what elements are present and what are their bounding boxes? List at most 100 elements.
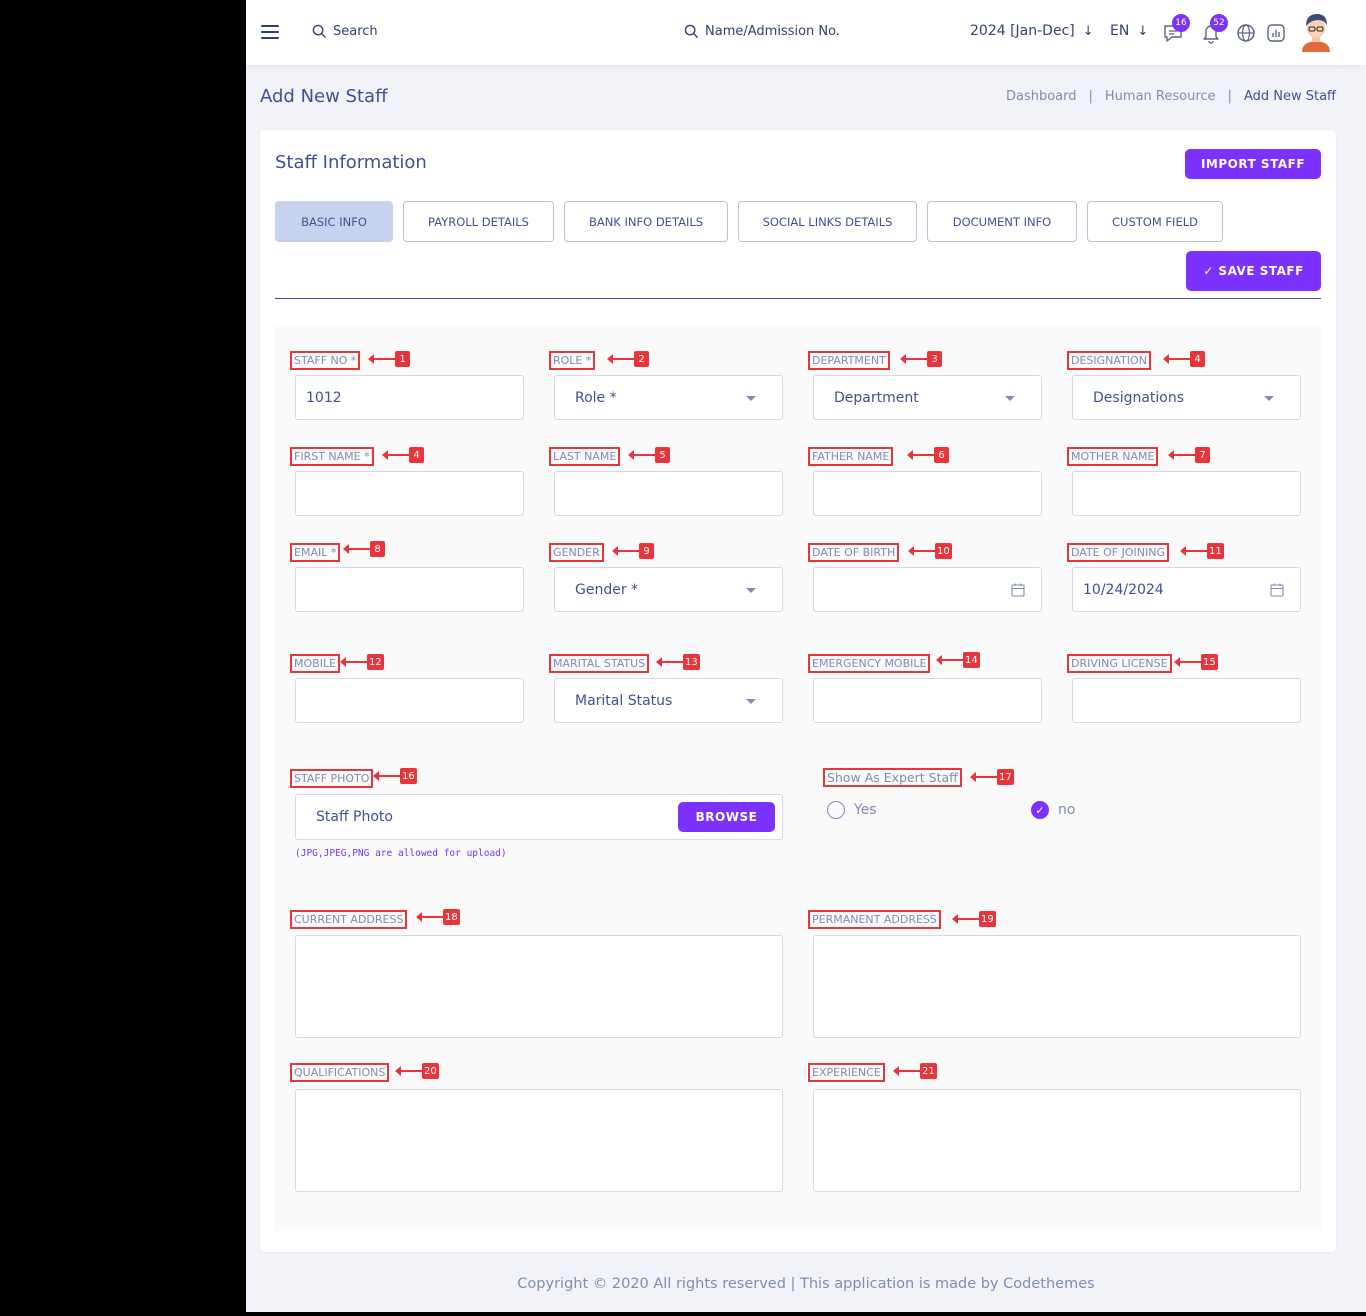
caret-down-icon xyxy=(746,396,756,401)
current-address-textarea[interactable] xyxy=(295,935,783,1038)
messages-badge: 16 xyxy=(1172,14,1190,32)
annotation-marker: 4 xyxy=(382,447,424,463)
search-icon xyxy=(312,24,327,39)
import-staff-button[interactable]: IMPORT STAFF xyxy=(1185,149,1321,179)
role-label: ROLE * xyxy=(549,351,596,370)
permanent-address-textarea[interactable] xyxy=(813,935,1301,1038)
messages-button[interactable]: 16 xyxy=(1162,14,1190,44)
staff-photo-input[interactable]: Staff Photo BROWSE xyxy=(295,794,783,840)
expert-yes-label: Yes xyxy=(854,802,877,818)
first-name-label: FIRST NAME * xyxy=(290,447,374,466)
qualifications-textarea[interactable] xyxy=(295,1089,783,1192)
annotation-marker: 18 xyxy=(416,909,460,925)
search-icon xyxy=(684,24,699,39)
role-select[interactable]: Role * xyxy=(554,375,783,420)
designation-select[interactable]: Designations xyxy=(1072,375,1301,420)
annotation-marker: 8 xyxy=(343,541,385,557)
email-input[interactable] xyxy=(295,567,524,612)
user-avatar[interactable] xyxy=(1300,12,1332,52)
caret-down-icon xyxy=(1005,396,1015,401)
father-name-input[interactable] xyxy=(813,471,1042,516)
mother-name-input[interactable] xyxy=(1072,471,1301,516)
staff-no-input[interactable]: 1012 xyxy=(295,375,524,420)
website-button[interactable] xyxy=(1235,22,1257,44)
annotation-marker: 17 xyxy=(970,769,1014,785)
calendar-icon[interactable] xyxy=(1011,583,1025,597)
emergency-mobile-label: EMERGENCY MOBILE xyxy=(808,654,931,673)
doj-value: 10/24/2024 xyxy=(1083,581,1164,598)
arrow-down-icon: ↓ xyxy=(1082,23,1094,39)
doj-input[interactable]: 10/24/2024 xyxy=(1072,567,1301,612)
annotation-marker: 7 xyxy=(1168,447,1210,463)
annotation-marker: 9 xyxy=(612,543,654,559)
black-side-panel xyxy=(0,0,246,1316)
designation-value: Designations xyxy=(1093,389,1185,406)
footer-copyright: Copyright © 2020 All rights reserved | T… xyxy=(517,1276,1095,1292)
department-label: DEPARTMENT xyxy=(808,351,890,370)
annotation-marker: 4 xyxy=(1163,351,1205,367)
driving-license-input[interactable] xyxy=(1072,678,1301,723)
gender-select[interactable]: Gender * xyxy=(554,567,783,612)
tab-payroll-details[interactable]: PAYROLL DETAILS xyxy=(403,201,554,242)
notifications-badge: 52 xyxy=(1210,14,1228,32)
academic-year-value: 2024 [Jan-Dec] xyxy=(970,23,1075,39)
expert-yes-radio[interactable]: Yes xyxy=(827,801,877,819)
tab-bank-info-details[interactable]: BANK INFO DETAILS xyxy=(564,201,728,242)
language-select[interactable]: EN ↓ xyxy=(1110,23,1148,39)
annotation-marker: 15 xyxy=(1174,654,1218,670)
menu-toggle-icon[interactable] xyxy=(261,25,279,39)
breadcrumb-human-resource[interactable]: Human Resource xyxy=(1105,89,1216,104)
global-search[interactable]: Search xyxy=(312,24,378,39)
academic-year-select[interactable]: 2024 [Jan-Dec] ↓ xyxy=(970,23,1094,39)
email-label: EMAIL * xyxy=(290,543,341,562)
marital-status-select[interactable]: Marital Status xyxy=(554,678,783,723)
card-title: Staff Information xyxy=(275,152,427,173)
expert-no-label: no xyxy=(1058,802,1076,818)
caret-down-icon xyxy=(746,588,756,593)
annotation-marker: 5 xyxy=(628,447,670,463)
calendar-icon[interactable] xyxy=(1270,583,1284,597)
experience-label: EXPERIENCE xyxy=(808,1063,885,1082)
gender-label: GENDER xyxy=(549,543,604,562)
last-name-input[interactable] xyxy=(554,471,783,516)
notifications-button[interactable]: 52 xyxy=(1200,14,1228,44)
save-staff-button[interactable]: ✓ SAVE STAFF xyxy=(1186,251,1321,291)
mobile-input[interactable] xyxy=(295,678,524,723)
basic-info-form: STAFF NO * 1 1012 ROLE * 2 Role * DEPART… xyxy=(275,326,1321,1231)
last-name-label: LAST NAME xyxy=(549,447,621,466)
globe-icon xyxy=(1237,24,1255,42)
top-navbar: Search Name/Admission No. 2024 [Jan-Dec]… xyxy=(246,0,1366,65)
marital-status-value: Marital Status xyxy=(575,692,673,709)
breadcrumb: Dashboard | Human Resource | Add New Sta… xyxy=(1005,89,1336,104)
radio-off-icon xyxy=(827,801,845,819)
tab-custom-field[interactable]: CUSTOM FIELD xyxy=(1087,201,1223,242)
department-select[interactable]: Department xyxy=(813,375,1042,420)
annotation-marker: 19 xyxy=(952,911,996,927)
mother-name-label: MOTHER NAME xyxy=(1067,447,1159,466)
reports-button[interactable] xyxy=(1265,22,1287,44)
language-value: EN xyxy=(1110,23,1130,39)
first-name-input[interactable] xyxy=(295,471,524,516)
emergency-mobile-input[interactable] xyxy=(813,678,1042,723)
browse-button[interactable]: BROWSE xyxy=(678,802,775,832)
tab-document-info[interactable]: DOCUMENT INFO xyxy=(927,201,1077,242)
department-value: Department xyxy=(834,389,919,406)
role-value: Role * xyxy=(575,389,617,406)
gender-value: Gender * xyxy=(575,581,639,598)
breadcrumb-current: Add New Staff xyxy=(1243,89,1336,104)
annotation-marker: 3 xyxy=(900,351,942,367)
current-address-label: CURRENT ADDRESS xyxy=(290,910,408,929)
father-name-label: FATHER NAME xyxy=(808,447,894,466)
dob-input[interactable] xyxy=(813,567,1042,612)
driving-license-label: DRIVING LICENSE xyxy=(1067,654,1172,673)
bar-chart-icon xyxy=(1267,24,1285,42)
bottom-edge xyxy=(246,1312,1366,1316)
staff-photo-label: STAFF PHOTO xyxy=(290,769,374,788)
student-search[interactable]: Name/Admission No. xyxy=(684,24,840,39)
tab-social-links-details[interactable]: SOCIAL LINKS DETAILS xyxy=(738,201,917,242)
tab-basic-info[interactable]: BASIC INFO xyxy=(275,201,393,242)
tabs-divider xyxy=(275,298,1321,299)
expert-no-radio[interactable]: ✓ no xyxy=(1031,801,1075,819)
experience-textarea[interactable] xyxy=(813,1089,1301,1192)
breadcrumb-dashboard[interactable]: Dashboard xyxy=(1006,89,1077,104)
